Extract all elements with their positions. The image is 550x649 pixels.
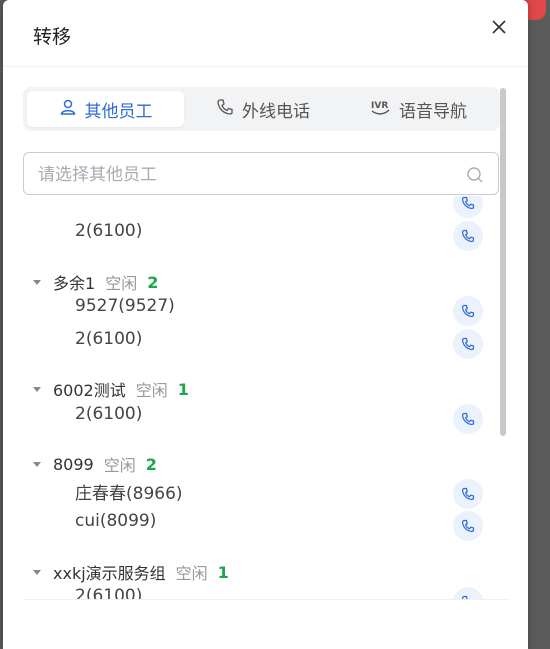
call-button[interactable]: [453, 479, 483, 509]
call-button[interactable]: [453, 329, 483, 359]
ivr-icon: IVR: [371, 98, 391, 121]
list-item[interactable]: 2(6100): [75, 586, 142, 600]
list-item[interactable]: cui(8099): [75, 511, 156, 531]
group-status: 空闲: [105, 274, 138, 293]
list-item[interactable]: 2(6100): [75, 404, 142, 424]
group-header[interactable]: 8099 空闲 2: [33, 452, 157, 476]
list-item[interactable]: 9527(9527): [75, 296, 175, 316]
tab-other-staff[interactable]: 其他员工: [27, 91, 184, 127]
call-button[interactable]: [453, 511, 483, 541]
transfer-dialog: 转移 其他员工 外线电话 IVR 语音导航 请选择其他员工 2(6100) 多余…: [3, 0, 528, 649]
tab-label: 其他员工: [84, 101, 153, 122]
transfer-tabs: 其他员工 外线电话 IVR 语音导航: [23, 87, 500, 131]
list-item[interactable]: 2(6100): [75, 329, 142, 349]
group-status: 空闲: [135, 381, 168, 400]
close-icon[interactable]: [490, 18, 508, 36]
group-count: 1: [217, 562, 229, 582]
user-icon: [59, 98, 77, 121]
group-count: 1: [177, 379, 189, 399]
group-name: 8099: [53, 454, 94, 474]
call-button[interactable]: [453, 221, 483, 251]
call-button[interactable]: [453, 296, 483, 326]
tab-label: 外线电话: [242, 101, 310, 122]
dialog-title: 转移: [33, 26, 72, 48]
svg-text:IVR: IVR: [371, 101, 388, 111]
tab-external-phone[interactable]: 外线电话: [187, 91, 339, 127]
caret-down-icon: [33, 386, 41, 392]
group-name: 6002测试: [53, 381, 126, 400]
list-item[interactable]: 庄春春(8966): [75, 479, 183, 504]
group-header[interactable]: 多余1 空闲 2: [33, 270, 158, 294]
caret-down-icon: [33, 569, 41, 575]
staff-search: [23, 152, 499, 195]
search-icon[interactable]: [466, 166, 484, 188]
group-header[interactable]: 6002测试 空闲 1: [33, 377, 189, 401]
tab-voice-navigation[interactable]: IVR 语音导航: [342, 91, 496, 127]
staff-search-input[interactable]: [36, 161, 460, 189]
group-name: xxkj演示服务组: [53, 564, 166, 583]
list-scrollbar[interactable]: [500, 88, 506, 436]
group-status: 空闲: [175, 564, 208, 583]
call-button[interactable]: [453, 404, 483, 434]
list-item[interactable]: 2(6100): [75, 221, 142, 241]
divider: [23, 599, 509, 600]
group-name: 多余1: [53, 274, 96, 293]
group-count: 2: [145, 454, 157, 474]
phone-icon: [216, 98, 234, 121]
group-count: 2: [147, 272, 159, 292]
caret-down-icon: [33, 279, 41, 285]
group-header[interactable]: xxkj演示服务组 空闲 1: [33, 560, 229, 584]
dialog-header: 转移: [3, 0, 528, 67]
staff-list: 2(6100) 多余1 空闲 2 9527(9527) 2(6100) 6002…: [23, 196, 501, 600]
tab-label: 语音导航: [399, 101, 467, 122]
group-status: 空闲: [103, 456, 136, 475]
call-button[interactable]: [453, 196, 483, 218]
caret-down-icon: [33, 461, 41, 467]
